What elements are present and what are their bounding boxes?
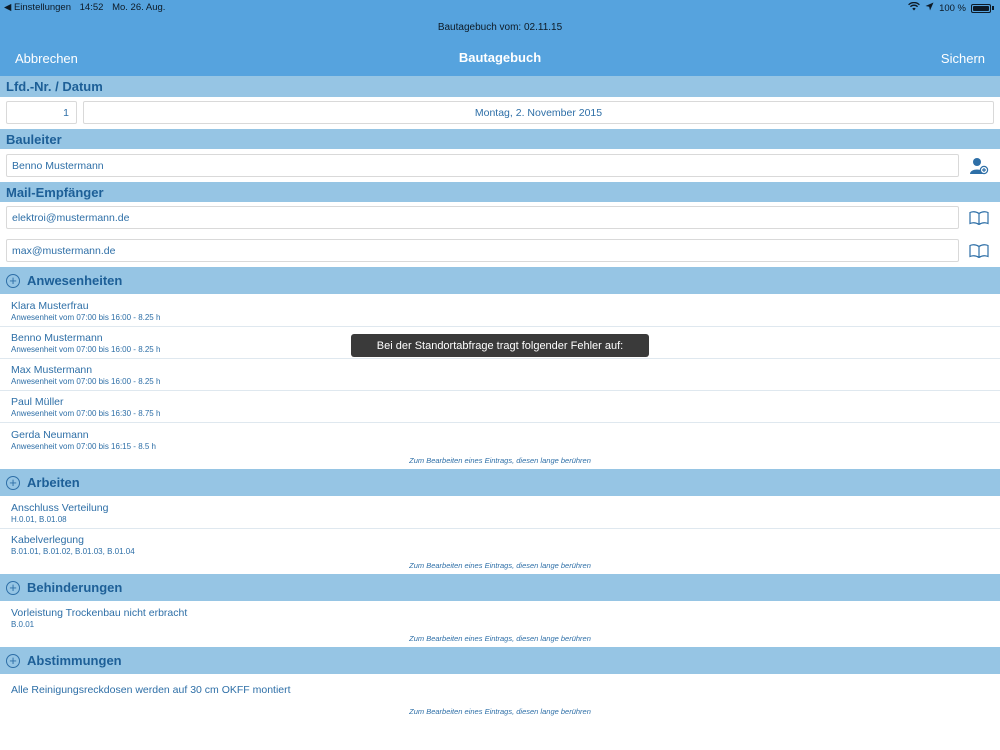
address-book-icon[interactable] (967, 206, 991, 230)
add-contact-icon[interactable] (967, 154, 991, 178)
section-header-behinderungen: + Behinderungen (0, 574, 1000, 601)
status-left: ◀ Einstellungen 14:52 Mo. 26. Aug. (4, 2, 171, 13)
item-name: Klara Musterfrau (11, 300, 89, 312)
wifi-icon (908, 1, 920, 14)
error-toast: Bei der Standortabfrage tragt folgender … (351, 334, 649, 357)
add-behinderung-icon[interactable]: + (6, 580, 20, 595)
battery-tip (992, 6, 994, 10)
item-name: Alle Reinigungsreckdosen werden auf 30 c… (11, 684, 291, 696)
page-title: Bautagebuch (458, 50, 542, 65)
status-time: 14:52 (79, 2, 104, 13)
edit-hint: Zum Bearbeiten eines Eintrags, diesen la… (409, 456, 591, 465)
edit-hint: Zum Bearbeiten eines Eintrags, diesen la… (409, 707, 591, 716)
section-header-lfd: Lfd.-Nr. / Datum (0, 76, 1000, 97)
list-item[interactable]: Anschluss Verteilung H.0.01, B.01.08 (0, 497, 1000, 529)
item-name: Anschluss Verteilung (11, 502, 109, 514)
list-item[interactable]: Gerda Neumann Anwesenheit vom 07:00 bis … (0, 423, 1000, 455)
mail-recipient-field[interactable]: max@mustermann.de (6, 239, 959, 262)
section-title: Anwesenheiten (27, 273, 123, 288)
status-bar: ◀ Einstellungen 14:52 Mo. 26. Aug. 100 % (0, 0, 1000, 16)
list-item[interactable]: Max Mustermann Anwesenheit vom 07:00 bis… (0, 359, 1000, 391)
status-date: Mo. 26. Aug. (112, 2, 166, 13)
status-right: 100 % (908, 1, 994, 14)
bauleiter-field[interactable]: Benno Mustermann (6, 154, 959, 177)
edit-hint: Zum Bearbeiten eines Eintrags, diesen la… (409, 634, 591, 643)
item-detail: B.0.01 (11, 620, 35, 629)
item-detail: Anwesenheit vom 07:00 bis 16:00 - 8.25 h (11, 313, 161, 322)
add-abstimmung-icon[interactable]: + (6, 653, 20, 668)
navigation-bar: Bautagebuch vom: 02.11.15 Abbrechen Baut… (0, 16, 1000, 76)
section-title: Mail-Empfänger (6, 184, 104, 200)
entry-date-field[interactable]: Montag, 2. November 2015 (83, 101, 994, 124)
edit-hint: Zum Bearbeiten eines Eintrags, diesen la… (409, 561, 591, 570)
add-anwesenheit-icon[interactable]: + (6, 273, 20, 288)
section-title: Abstimmungen (27, 653, 122, 668)
section-header-abstimmungen: + Abstimmungen (0, 647, 1000, 674)
back-to-settings-link[interactable]: ◀ Einstellungen (4, 2, 71, 13)
address-book-icon[interactable] (967, 239, 991, 263)
section-header-anwesenheiten: + Anwesenheiten (0, 267, 1000, 294)
item-detail: B.01.01, B.01.02, B.01.03, B.01.04 (11, 547, 135, 556)
entry-number-field[interactable]: 1 (6, 101, 77, 124)
mail-recipient-field[interactable]: elektroi@mustermann.de (6, 206, 959, 229)
list-item[interactable]: Alle Reinigungsreckdosen werden auf 30 c… (0, 684, 1000, 704)
nav-subtitle: Bautagebuch vom: 02.11.15 (437, 22, 563, 33)
item-name: Gerda Neumann (11, 429, 89, 441)
battery-icon (971, 3, 991, 13)
list-item[interactable]: Kabelverlegung B.01.01, B.01.02, B.01.03… (0, 529, 1000, 561)
section-title: Bauleiter (6, 131, 62, 147)
item-name: Kabelverlegung (11, 534, 84, 546)
item-detail: Anwesenheit vom 07:00 bis 16:15 - 8.5 h (11, 442, 156, 451)
list-item[interactable]: Paul Müller Anwesenheit vom 07:00 bis 16… (0, 391, 1000, 423)
section-header-arbeiten: + Arbeiten (0, 469, 1000, 496)
section-header-mail: Mail-Empfänger (0, 182, 1000, 202)
item-detail: Anwesenheit vom 07:00 bis 16:30 - 8.75 h (11, 409, 161, 418)
item-name: Vorleistung Trockenbau nicht erbracht (11, 607, 188, 619)
battery-percent: 100 % (939, 2, 966, 14)
section-title: Arbeiten (27, 475, 80, 490)
section-header-bauleiter: Bauleiter (0, 129, 1000, 149)
section-title: Behinderungen (27, 580, 123, 595)
location-icon (925, 2, 934, 14)
add-arbeit-icon[interactable]: + (6, 475, 20, 490)
list-item[interactable]: Vorleistung Trockenbau nicht erbracht B.… (0, 602, 1000, 634)
item-name: Paul Müller (11, 396, 64, 408)
list-item[interactable]: Klara Musterfrau Anwesenheit vom 07:00 b… (0, 295, 1000, 327)
item-detail: Anwesenheit vom 07:00 bis 16:00 - 8.25 h (11, 377, 161, 386)
item-name: Max Mustermann (11, 364, 93, 376)
save-button[interactable]: Sichern (941, 51, 985, 66)
item-detail: H.0.01, B.01.08 (11, 515, 67, 524)
section-title: Lfd.-Nr. / Datum (6, 79, 103, 94)
